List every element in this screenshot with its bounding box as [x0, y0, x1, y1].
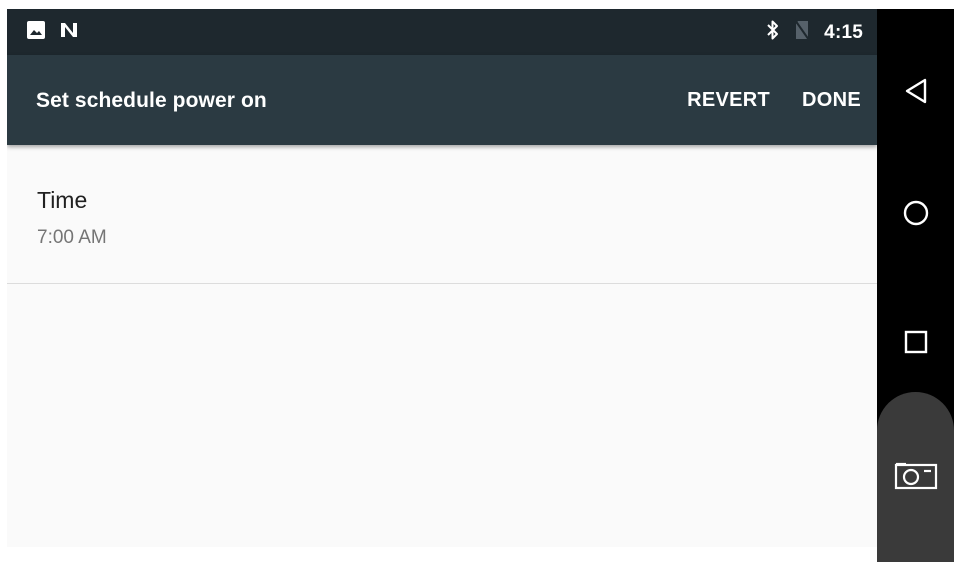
- recents-icon: [904, 330, 928, 359]
- status-time: 4:15: [824, 21, 863, 43]
- revert-button[interactable]: REVERT: [687, 89, 770, 112]
- no-sim-icon: [794, 19, 810, 46]
- image-notification-icon: [27, 21, 45, 44]
- status-system-icons: 4:15: [766, 19, 863, 46]
- app-bar: Set schedule power on REVERT DONE: [7, 55, 877, 145]
- device-frame: 4:15 Set schedule power on REVERT DONE T…: [0, 0, 954, 562]
- status-notifications: [27, 21, 79, 44]
- camera-button[interactable]: [877, 392, 954, 562]
- n-notification-icon: [59, 21, 79, 44]
- navigation-bar: [877, 9, 954, 562]
- done-button[interactable]: DONE: [802, 89, 861, 112]
- home-icon: [903, 200, 929, 231]
- back-icon: [904, 78, 928, 109]
- app-screen: 4:15 Set schedule power on REVERT DONE T…: [7, 9, 877, 547]
- preference-summary: 7:00 AM: [37, 227, 107, 248]
- status-bar: 4:15: [7, 9, 877, 55]
- list-divider: [7, 283, 877, 284]
- recents-button[interactable]: [877, 304, 954, 384]
- bluetooth-icon: [766, 19, 780, 46]
- home-button[interactable]: [877, 175, 954, 255]
- page-title: Set schedule power on: [36, 89, 267, 112]
- camera-icon: [894, 460, 938, 495]
- back-button[interactable]: [877, 53, 954, 133]
- app-bar-actions: REVERT DONE: [687, 89, 861, 112]
- time-preference-item[interactable]: Time 7:00 AM: [7, 145, 877, 284]
- preference-title: Time: [37, 187, 88, 213]
